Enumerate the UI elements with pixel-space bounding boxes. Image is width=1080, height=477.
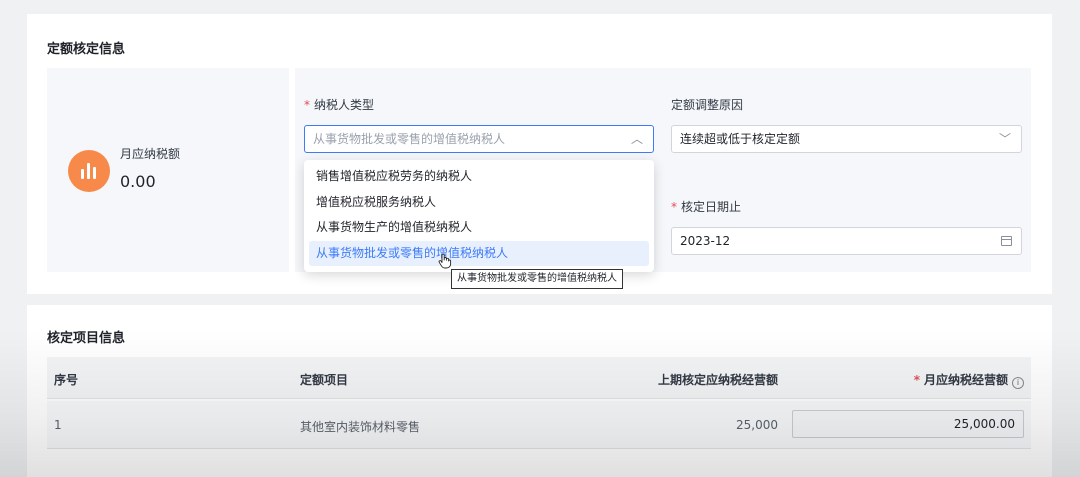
- chevron-up-icon: ︿: [630, 132, 643, 146]
- dropdown-option[interactable]: 从事货物生产的增值税纳税人: [309, 215, 649, 241]
- table-row: 1 其他室内装饰材料零售 25,000 25,000.00: [47, 401, 1031, 449]
- taxpayer-type-dropdown: 销售增值税应税劳务的纳税人 增值税应税服务纳税人 从事货物生产的增值税纳税人 从…: [304, 160, 654, 272]
- monthly-tax-label: 月应纳税额: [120, 147, 181, 161]
- row-item: 其他室内装饰材料零售: [300, 420, 421, 434]
- row-index: 1: [54, 418, 62, 432]
- col-monthly-amount: * 月应纳税经营额 i: [914, 371, 1024, 389]
- items-section-title: 核定项目信息: [47, 331, 126, 346]
- dropdown-option[interactable]: 增值税应税服务纳税人: [309, 190, 649, 216]
- bar-chart-icon: [68, 150, 110, 192]
- col-item: 定额项目: [300, 373, 349, 387]
- items-info-card: 核定项目信息 序号 定额项目 上期核定应纳税经营额 * 月应纳税经营额 i 1 其他…: [27, 305, 1052, 477]
- end-date-picker[interactable]: 2023-12: [671, 227, 1022, 255]
- end-date-label: * 核定日期止: [671, 200, 742, 214]
- monthly-tax-value: 0.00: [120, 172, 156, 191]
- col-prev-amount: 上期核定应纳税经营额: [657, 373, 778, 387]
- chevron-down-icon: ﹀: [998, 132, 1011, 146]
- monthly-tax-stat-panel: 月应纳税额 0.00: [47, 68, 289, 272]
- items-table-header: 序号 定额项目 上期核定应纳税经营额 * 月应纳税经营额 i: [47, 357, 1031, 399]
- calendar-icon: [1001, 236, 1012, 246]
- taxpayer-type-select[interactable]: 从事货物批发或零售的增值税纳税人 ︿: [304, 125, 654, 153]
- option-tooltip: 从事货物批发或零售的增值税纳税人: [451, 269, 623, 289]
- taxpayer-type-label: * 纳税人类型: [304, 98, 375, 112]
- hand-cursor-icon: [438, 253, 452, 269]
- quota-section-title: 定额核定信息: [47, 42, 126, 57]
- monthly-amount-input[interactable]: 25,000.00: [792, 410, 1024, 438]
- dropdown-option-selected[interactable]: 从事货物批发或零售的增值税纳税人: [309, 240, 649, 266]
- row-prev-amount: 25,000: [736, 418, 778, 432]
- adjust-reason-label: 定额调整原因: [671, 98, 744, 112]
- adjust-reason-select[interactable]: 连续超或低于核定定额 ﹀: [671, 125, 1022, 153]
- dropdown-option[interactable]: 销售增值税应税劳务的纳税人: [309, 164, 649, 190]
- info-icon[interactable]: i: [1012, 377, 1024, 389]
- col-index: 序号: [54, 373, 79, 387]
